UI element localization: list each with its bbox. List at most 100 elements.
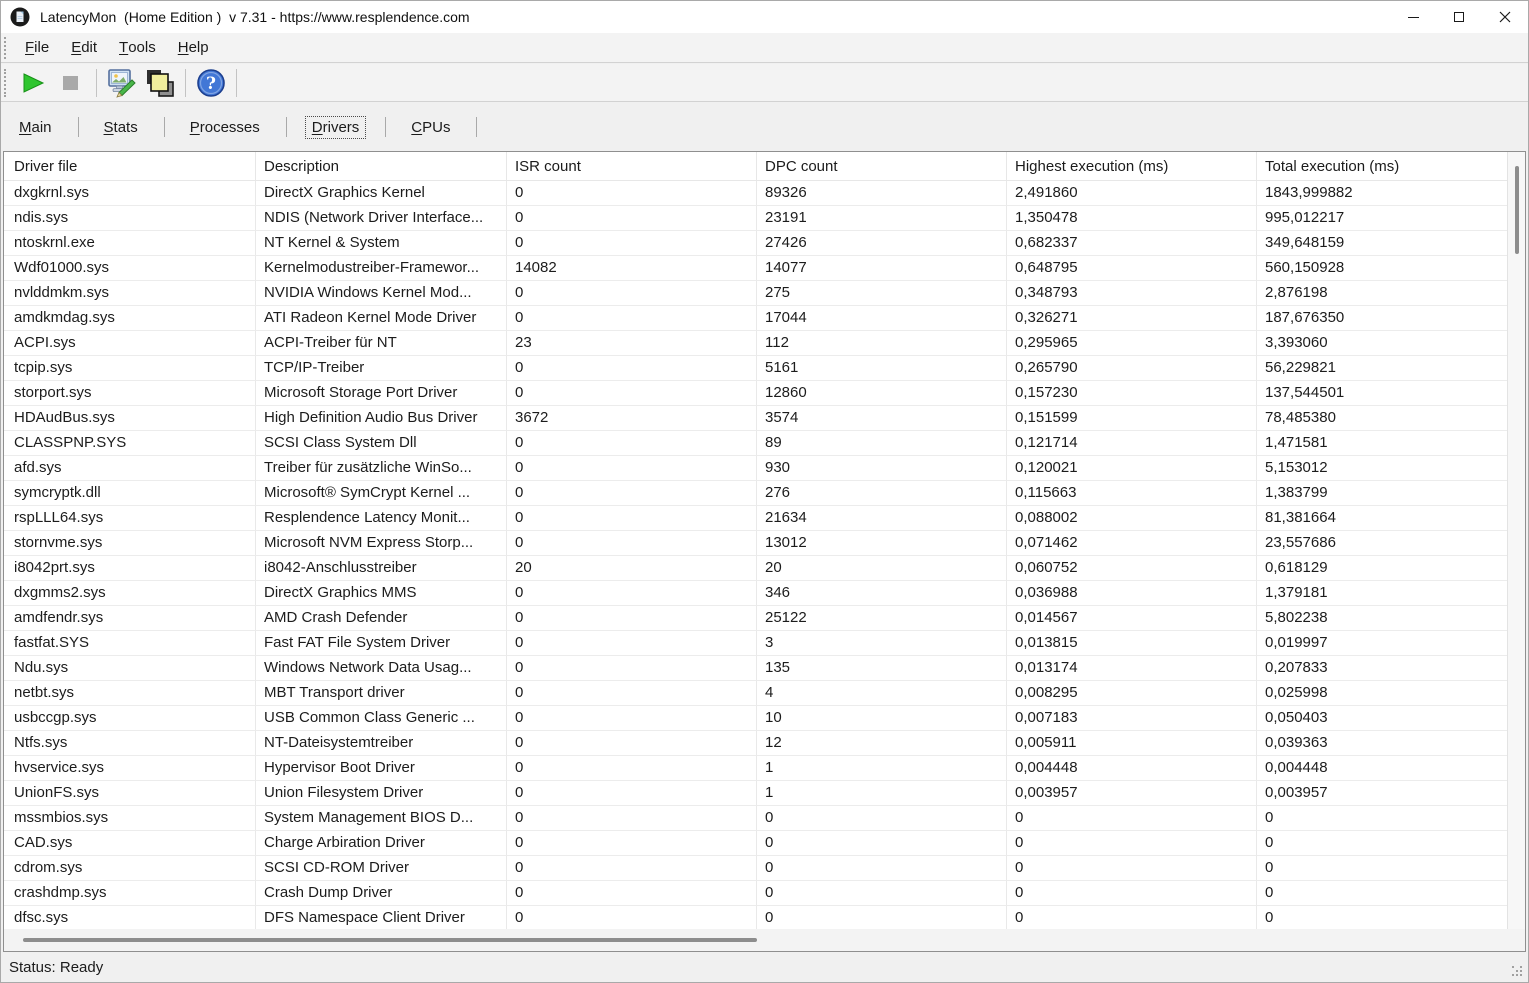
tab-main[interactable]: Main (5, 112, 78, 142)
cell-dpc-count: 0 (757, 856, 1007, 881)
cell-driver-file: crashdmp.sys (4, 881, 256, 906)
table-row[interactable]: netbt.sysMBT Transport driver040,0082950… (4, 681, 1507, 706)
horizontal-scrollbar[interactable] (4, 929, 1507, 951)
table-row[interactable]: symcryptk.dllMicrosoft® SymCrypt Kernel … (4, 481, 1507, 506)
play-icon (21, 72, 45, 94)
cell-isr-count: 0 (507, 606, 757, 631)
table-row[interactable]: nvlddmkm.sysNVIDIA Windows Kernel Mod...… (4, 281, 1507, 306)
cell-highest-execution-ms: 0 (1007, 881, 1257, 906)
cell-driver-file: i8042prt.sys (4, 556, 256, 581)
close-button[interactable] (1482, 1, 1528, 33)
table-row[interactable]: UnionFS.sysUnion Filesystem Driver010,00… (4, 781, 1507, 806)
vertical-scrollbar-thumb[interactable] (1515, 166, 1519, 254)
tab-drivers[interactable]: Drivers (286, 112, 386, 142)
table-row[interactable]: rspLLL64.sysResplendence Latency Monit..… (4, 506, 1507, 531)
table-row[interactable]: mssmbios.sysSystem Management BIOS D...0… (4, 806, 1507, 831)
horizontal-scrollbar-thumb[interactable] (23, 938, 757, 942)
vertical-scrollbar[interactable] (1507, 152, 1525, 929)
report-options-button[interactable] (103, 66, 141, 100)
cell-driver-file: rspLLL64.sys (4, 506, 256, 531)
cell-driver-file: dxgkrnl.sys (4, 181, 256, 206)
latencymon-window: { "window": { "title": "LatencyMon (Home… (0, 0, 1529, 983)
cell-dpc-count: 4 (757, 681, 1007, 706)
table-row[interactable]: ACPI.sysACPI-Treiber für NT231120,295965… (4, 331, 1507, 356)
table-row[interactable]: fastfat.SYSFast FAT File System Driver03… (4, 631, 1507, 656)
toolbar-gripper[interactable] (4, 69, 8, 97)
menu-tools[interactable]: Tools (108, 33, 167, 62)
table-row[interactable]: usbccgp.sysUSB Common Class Generic ...0… (4, 706, 1507, 731)
table-row[interactable]: Wdf01000.sysKernelmodustreiber-Framewor.… (4, 256, 1507, 281)
cell-description: NT-Dateisystemtreiber (256, 731, 507, 756)
cell-highest-execution-ms: 0,004448 (1007, 756, 1257, 781)
cell-total-execution-ms: 560,150928 (1257, 256, 1507, 281)
cell-description: NT Kernel & System (256, 231, 507, 256)
table-row[interactable]: crashdmp.sysCrash Dump Driver0000 (4, 881, 1507, 906)
cell-driver-file: amdfendr.sys (4, 606, 256, 631)
table-row[interactable]: amdfendr.sysAMD Crash Defender0251220,01… (4, 606, 1507, 631)
tab-processes[interactable]: Processes (164, 112, 286, 142)
cell-dpc-count: 276 (757, 481, 1007, 506)
tab-stats[interactable]: Stats (78, 112, 164, 142)
menu-help[interactable]: Help (167, 33, 220, 62)
table-row[interactable]: stornvme.sysMicrosoft NVM Express Storp.… (4, 531, 1507, 556)
cell-total-execution-ms: 56,229821 (1257, 356, 1507, 381)
column-header-total-execution-ms[interactable]: Total execution (ms) (1257, 152, 1507, 181)
cell-dpc-count: 1 (757, 781, 1007, 806)
window-title: LatencyMon (Home Edition ) v 7.31 - http… (40, 9, 470, 25)
menu-file[interactable]: File (14, 33, 60, 62)
cell-isr-count: 14082 (507, 256, 757, 281)
copy-report-button[interactable] (141, 66, 179, 100)
table-row[interactable]: CLASSPNP.SYSSCSI Class System Dll0890,12… (4, 431, 1507, 456)
tab-cpus[interactable]: CPUs (385, 112, 476, 142)
column-header-dpc-count[interactable]: DPC count (757, 152, 1007, 181)
cell-dpc-count: 3574 (757, 406, 1007, 431)
table-row[interactable]: cdrom.sysSCSI CD-ROM Driver0000 (4, 856, 1507, 881)
table-row[interactable]: ndis.sysNDIS (Network Driver Interface..… (4, 206, 1507, 231)
table-row[interactable]: Ntfs.sysNT-Dateisystemtreiber0120,005911… (4, 731, 1507, 756)
table-row[interactable]: i8042prt.sysi8042-Anschlusstreiber20200,… (4, 556, 1507, 581)
table-row[interactable]: hvservice.sysHypervisor Boot Driver010,0… (4, 756, 1507, 781)
start-monitor-button[interactable] (14, 66, 52, 100)
cell-description: NDIS (Network Driver Interface... (256, 206, 507, 231)
stop-monitor-button[interactable] (52, 66, 90, 100)
table-row[interactable]: CAD.sysCharge Arbiration Driver0000 (4, 831, 1507, 856)
table-row[interactable]: amdkmdag.sysATI Radeon Kernel Mode Drive… (4, 306, 1507, 331)
resize-grip[interactable] (1512, 966, 1514, 968)
column-header-highest-execution-ms[interactable]: Highest execution (ms) (1007, 152, 1257, 181)
cell-isr-count: 0 (507, 856, 757, 881)
cell-driver-file: Wdf01000.sys (4, 256, 256, 281)
table-row[interactable]: dxgkrnl.sysDirectX Graphics Kernel089326… (4, 181, 1507, 206)
cell-isr-count: 0 (507, 231, 757, 256)
cell-driver-file: usbccgp.sys (4, 706, 256, 731)
column-header-isr-count[interactable]: ISR count (507, 152, 757, 181)
tab-label: Drivers (305, 116, 367, 139)
menu-edit[interactable]: Edit (60, 33, 108, 62)
copy-pages-icon (145, 68, 175, 98)
cell-description: ATI Radeon Kernel Mode Driver (256, 306, 507, 331)
table-row[interactable]: storport.sysMicrosoft Storage Port Drive… (4, 381, 1507, 406)
cell-dpc-count: 12 (757, 731, 1007, 756)
cell-total-execution-ms: 995,012217 (1257, 206, 1507, 231)
table-row[interactable]: afd.sysTreiber für zusätzliche WinSo...0… (4, 456, 1507, 481)
toolbar-separator (185, 69, 186, 97)
cell-description: ACPI-Treiber für NT (256, 331, 507, 356)
minimize-button[interactable] (1390, 1, 1436, 33)
cell-highest-execution-ms: 0 (1007, 856, 1257, 881)
table-row[interactable]: HDAudBus.sysHigh Definition Audio Bus Dr… (4, 406, 1507, 431)
menu-bar-gripper[interactable] (4, 37, 8, 59)
table-row[interactable]: Ndu.sysWindows Network Data Usag...01350… (4, 656, 1507, 681)
cell-dpc-count: 12860 (757, 381, 1007, 406)
help-button[interactable]: ? (192, 66, 230, 100)
cell-driver-file: tcpip.sys (4, 356, 256, 381)
table-row[interactable]: tcpip.sysTCP/IP-Treiber051610,26579056,2… (4, 356, 1507, 381)
table-row[interactable]: dxgmms2.sysDirectX Graphics MMS03460,036… (4, 581, 1507, 606)
table-row[interactable]: ntoskrnl.exeNT Kernel & System0274260,68… (4, 231, 1507, 256)
cell-highest-execution-ms: 0,008295 (1007, 681, 1257, 706)
column-header-description[interactable]: Description (256, 152, 507, 181)
cell-driver-file: Ntfs.sys (4, 731, 256, 756)
cell-total-execution-ms: 349,648159 (1257, 231, 1507, 256)
maximize-button[interactable] (1436, 1, 1482, 33)
cell-dpc-count: 23191 (757, 206, 1007, 231)
column-header-driver-file[interactable]: Driver file (4, 152, 256, 181)
table-row[interactable]: dfsc.sysDFS Namespace Client Driver0000 (4, 906, 1507, 929)
